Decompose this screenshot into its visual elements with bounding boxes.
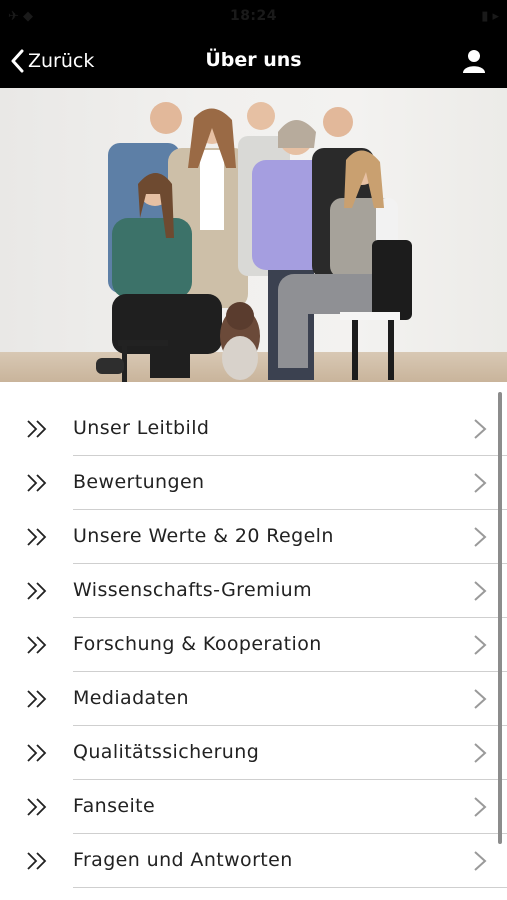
- chevron-right-icon: [474, 743, 487, 763]
- team-illustration: [96, 102, 412, 382]
- double-chevron-right-icon: [27, 582, 47, 600]
- chevron-right-icon: [474, 473, 487, 493]
- double-chevron-right-icon: [27, 798, 47, 816]
- scrollbar[interactable]: [498, 392, 502, 844]
- user-icon[interactable]: [461, 48, 487, 74]
- menu-item-werte-regeln[interactable]: Unsere Werte & 20 Regeln: [0, 510, 507, 564]
- chevron-right-icon: [474, 419, 487, 439]
- menu-item-label: Forschung & Kooperation: [73, 633, 322, 655]
- page-title: Über uns: [205, 49, 302, 71]
- menu-item-label: Fanseite: [73, 795, 156, 817]
- menu-item-fragen-antworten[interactable]: Fragen und Antworten: [0, 834, 507, 888]
- menu-item-label: Qualitätssicherung: [73, 741, 260, 763]
- chevron-right-icon: [474, 851, 487, 871]
- status-bar: ✈ ◆ 18:24 ▮ ▸: [0, 0, 507, 34]
- menu-item-bewertungen[interactable]: Bewertungen: [0, 456, 507, 510]
- menu-item-leitbild[interactable]: Unser Leitbild: [0, 402, 507, 456]
- menu-item-label: Bewertungen: [73, 471, 205, 493]
- double-chevron-right-icon: [27, 852, 47, 870]
- chevron-right-icon: [474, 527, 487, 547]
- menu-item-forschung-kooperation[interactable]: Forschung & Kooperation: [0, 618, 507, 672]
- menu-item-label: Mediadaten: [73, 687, 189, 709]
- chevron-right-icon: [474, 635, 487, 655]
- double-chevron-right-icon: [27, 528, 47, 546]
- double-chevron-right-icon: [27, 690, 47, 708]
- status-time: 18:24: [229, 8, 278, 24]
- battery-icon: ▮ ▸: [481, 9, 499, 24]
- menu-item-label: Fragen und Antworten: [73, 849, 293, 871]
- double-chevron-right-icon: [27, 744, 47, 762]
- about-menu: Unser Leitbild Bewertungen Unsere Werte …: [0, 402, 507, 888]
- menu-item-fanseite[interactable]: Fanseite: [0, 780, 507, 834]
- double-chevron-right-icon: [27, 474, 47, 492]
- chevron-right-icon: [474, 581, 487, 601]
- double-chevron-right-icon: [27, 636, 47, 654]
- menu-item-label: Unser Leitbild: [73, 417, 210, 439]
- menu-item-qualitaetssicherung[interactable]: Qualitätssicherung: [0, 726, 507, 780]
- team-photo: [0, 88, 507, 382]
- menu-item-wissenschafts-gremium[interactable]: Wissenschafts-Gremium: [0, 564, 507, 618]
- nav-bar: Zurück Über uns: [0, 34, 507, 88]
- menu-item-mediadaten[interactable]: Mediadaten: [0, 672, 507, 726]
- menu-item-label: Unsere Werte & 20 Regeln: [73, 525, 334, 547]
- menu-item-label: Wissenschafts-Gremium: [73, 579, 313, 601]
- chevron-right-icon: [474, 797, 487, 817]
- divider: [73, 887, 507, 888]
- chevron-right-icon: [474, 689, 487, 709]
- double-chevron-right-icon: [27, 420, 47, 438]
